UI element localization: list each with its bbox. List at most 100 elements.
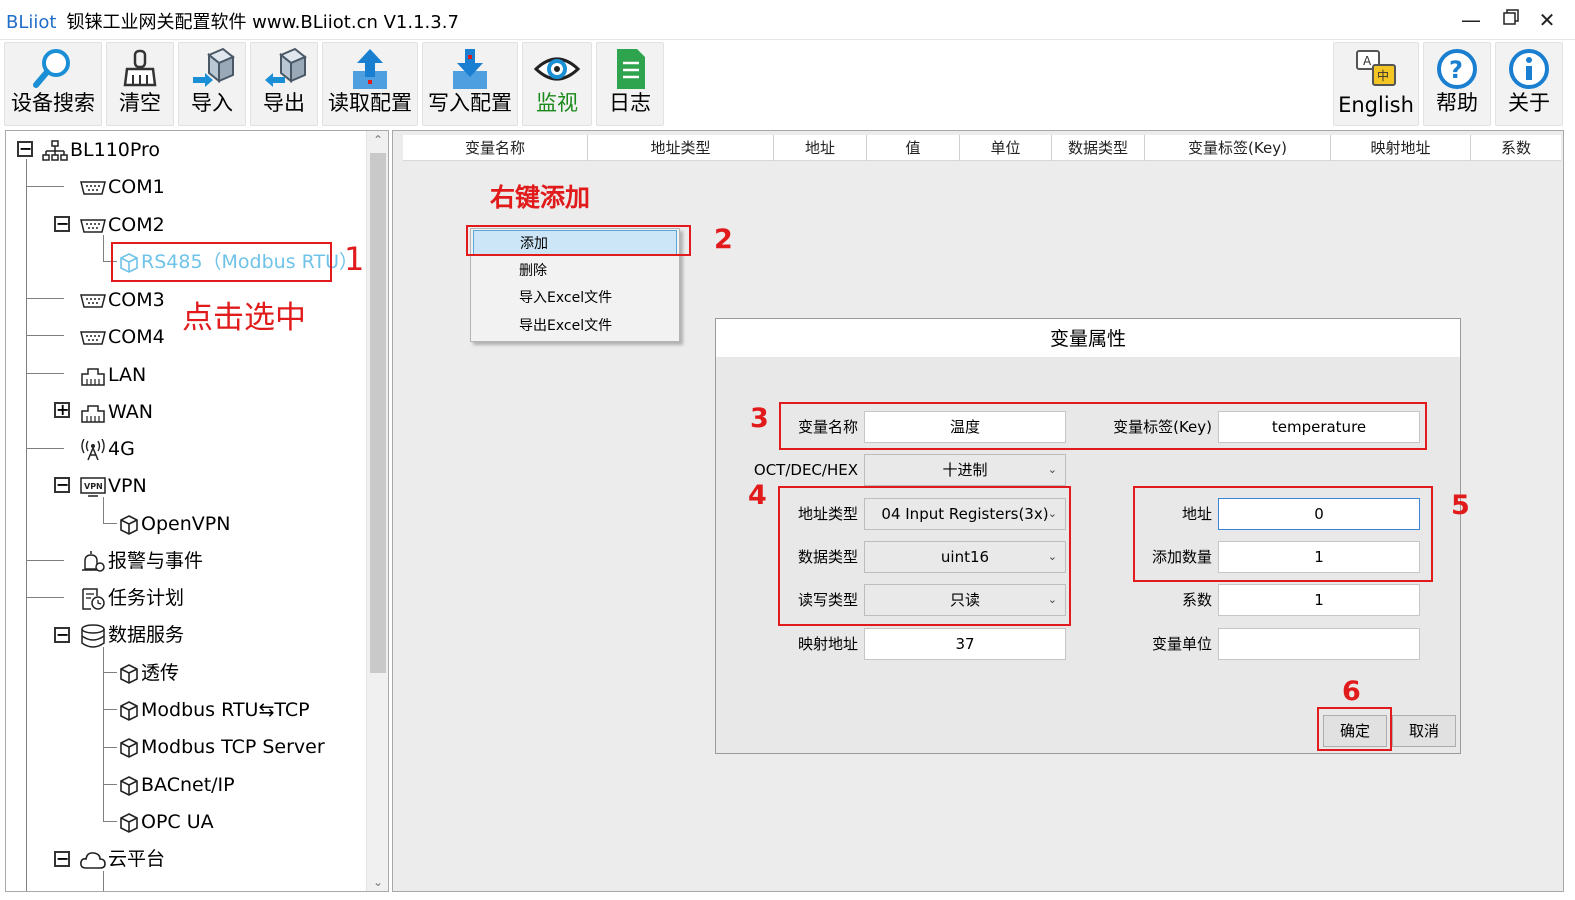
serial-port-icon: [80, 330, 106, 345]
annotation-step6: 6: [1342, 676, 1361, 707]
collapse-cloud-icon[interactable]: −: [54, 851, 70, 867]
close-icon[interactable]: ✕: [1532, 6, 1562, 34]
tree-connector: [26, 186, 64, 187]
tree-root-bl110pro[interactable]: BL110Pro: [42, 136, 160, 164]
menu-item-delete[interactable]: 删除: [473, 258, 677, 284]
scroll-down-icon[interactable]: ⌄: [367, 875, 388, 889]
menu-item-export-excel[interactable]: 导出Excel文件: [473, 313, 677, 339]
tree-item-label: COM1: [108, 176, 165, 198]
annotation-box-step6: [1317, 707, 1392, 751]
annotation-click-select: 点击选中: [182, 300, 306, 336]
tree-connector: [26, 597, 64, 598]
tree-connector: [26, 373, 64, 374]
tree-connector: [26, 335, 64, 336]
tree-item-label: COM4: [108, 326, 165, 348]
tree-item-cloud[interactable]: 云平台: [80, 845, 165, 873]
tree-item-alarm[interactable]: 报警与事件: [80, 547, 203, 575]
cancel-button[interactable]: 取消: [1392, 715, 1456, 747]
network-topology-icon: [42, 139, 68, 161]
svg-text:中: 中: [1377, 68, 1389, 83]
tree-item-label: 数据服务: [108, 624, 185, 646]
log-button[interactable]: 日志: [596, 42, 664, 126]
tree-connector: [103, 821, 117, 822]
tree-connector: [103, 747, 117, 748]
column-header[interactable]: 值: [867, 135, 960, 161]
column-header[interactable]: 变量标签(Key): [1145, 135, 1331, 161]
network-port-icon: [81, 367, 105, 386]
annotation-step2: 2: [714, 224, 733, 255]
tree-item-label: 报警与事件: [108, 550, 204, 572]
tree-item-label: VPN: [108, 475, 147, 497]
read-config-button[interactable]: 读取配置: [322, 42, 418, 126]
help-icon: ?: [1437, 49, 1477, 89]
help-button[interactable]: ? 帮助: [1423, 42, 1491, 126]
column-header[interactable]: 映射地址: [1331, 135, 1471, 161]
annotation-step4: 4: [748, 480, 767, 511]
radix-select[interactable]: 十进制 ⌄: [864, 454, 1066, 486]
alarm-gear-icon: [82, 550, 105, 572]
collapse-com2-icon[interactable]: −: [54, 216, 70, 232]
tree-connector: [103, 523, 117, 524]
tree-connector: [26, 298, 64, 299]
tree-item-lan[interactable]: LAN: [80, 361, 146, 389]
tree-item-vpn[interactable]: VPN VPN: [80, 472, 147, 500]
annotation-right-click-add: 右键添加: [490, 183, 591, 212]
column-header[interactable]: 变量名称: [403, 135, 588, 161]
english-button[interactable]: A 中 English: [1333, 42, 1419, 126]
column-header[interactable]: 数据类型: [1052, 135, 1145, 161]
annotation-box-step5: [1133, 486, 1433, 582]
clear-button[interactable]: 清空: [106, 42, 174, 126]
column-header[interactable]: 地址: [774, 135, 867, 161]
tree-scroll-thumb[interactable]: [370, 153, 386, 673]
tree-connector: [103, 871, 104, 891]
column-header[interactable]: 地址类型: [588, 135, 774, 161]
tree-item-com4[interactable]: COM4: [80, 323, 165, 351]
tree-item-opc-ua[interactable]: OPC UA: [119, 808, 214, 836]
antenna-icon: [81, 438, 105, 460]
monitor-button[interactable]: 监视: [522, 42, 592, 126]
device-search-button[interactable]: 设备搜索: [4, 42, 102, 126]
restore-icon[interactable]: [1496, 6, 1526, 34]
export-box-icon: [265, 47, 307, 87]
tree-item-modbus-tcp-server[interactable]: Modbus TCP Server: [119, 733, 325, 761]
radix-value: 十进制: [942, 461, 988, 479]
export-button[interactable]: 导出: [250, 42, 318, 126]
tree-item-data-service[interactable]: 数据服务: [80, 621, 184, 649]
annotation-box-step1: [111, 242, 332, 282]
tree-item-bacnet[interactable]: BACnet/IP: [119, 771, 235, 799]
collapse-vpn-icon[interactable]: −: [54, 477, 70, 493]
tree-item-com1[interactable]: COM1: [80, 173, 165, 201]
write-config-button[interactable]: 写入配置: [422, 42, 518, 126]
annotation-box-step4: [778, 486, 1071, 626]
cube-icon: [120, 514, 138, 535]
tree-item-schedule[interactable]: 任务计划: [80, 584, 184, 612]
monitor-label: 监视: [536, 91, 578, 115]
tree-item-4g[interactable]: 4G: [80, 435, 135, 463]
column-header[interactable]: 单位: [960, 135, 1052, 161]
help-label: 帮助: [1436, 91, 1478, 115]
about-button[interactable]: 关于: [1495, 42, 1563, 126]
scroll-up-icon[interactable]: ⌃: [367, 133, 388, 147]
dialog-title: 变量属性: [716, 319, 1460, 357]
tree-item-label: 任务计划: [108, 587, 185, 609]
tree-item-com3[interactable]: COM3: [80, 286, 165, 314]
import-button[interactable]: 导入: [178, 42, 246, 126]
tree-item-com2[interactable]: COM2: [80, 211, 165, 239]
unit-input[interactable]: [1218, 628, 1420, 660]
serial-port-icon: [80, 293, 106, 308]
column-header[interactable]: 系数: [1471, 135, 1561, 161]
coef-input[interactable]: 1: [1218, 584, 1420, 616]
tree-item-wan[interactable]: WAN: [80, 398, 153, 426]
tree-item-modbus-rtu-tcp[interactable]: Modbus RTU⇆TCP: [119, 696, 310, 724]
map-addr-input[interactable]: 37: [864, 628, 1066, 660]
tree-item-transparent[interactable]: 透传: [119, 659, 179, 687]
collapse-data-service-icon[interactable]: −: [54, 627, 70, 643]
tree-item-openvpn[interactable]: OpenVPN: [119, 510, 230, 538]
tree-scrollbar[interactable]: ⌃ ⌄: [366, 131, 388, 891]
menu-item-import-excel[interactable]: 导入Excel文件: [473, 285, 677, 311]
minimize-icon[interactable]: —: [1456, 6, 1486, 34]
search-icon: [33, 49, 70, 88]
collapse-root-icon[interactable]: −: [17, 141, 33, 157]
expand-wan-icon[interactable]: +: [54, 402, 70, 418]
download-arrow-icon: [453, 49, 487, 89]
